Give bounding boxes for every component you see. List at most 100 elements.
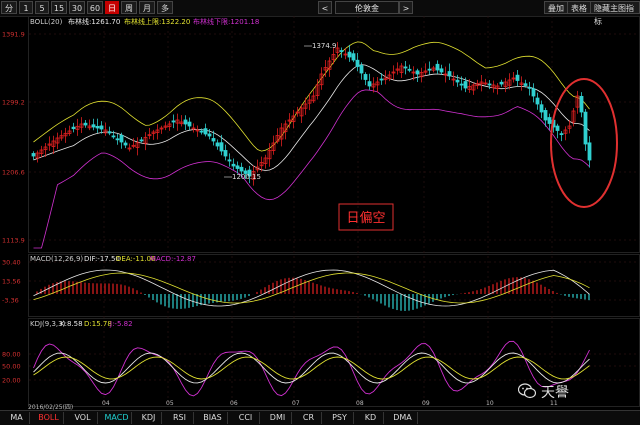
kdj-d-line: [33, 356, 590, 380]
candle-body: [539, 104, 544, 113]
candle-body: [31, 153, 36, 157]
candle-body: [203, 128, 208, 135]
indicator-tab-kd[interactable]: KD: [358, 412, 384, 424]
candle-body: [355, 59, 360, 67]
boll-mid-label: 布林线:1261.70: [68, 17, 120, 26]
note-box-text: 日偏空: [346, 211, 385, 226]
kdjYTicks-tick-1: 50.00: [2, 363, 21, 371]
hide-indicator-button[interactable]: 隐藏主图指标: [590, 1, 640, 26]
boll-mid-line: [33, 64, 590, 171]
prev-symbol-button[interactable]: <: [318, 1, 332, 14]
indicator-tab-bar: MA BOLL VOL MACD KDJ RSI BIAS CCI DMI CR PSY KD DMA: [0, 410, 640, 425]
indicator-tab-psy[interactable]: PSY: [326, 412, 354, 424]
candle-body: [95, 125, 100, 129]
period-button-7[interactable]: 周: [121, 1, 137, 14]
period-button-0[interactable]: 分: [1, 1, 17, 14]
macd-value-label: MACD:-12.87: [150, 255, 196, 263]
table-button[interactable]: 表格: [567, 1, 591, 14]
x-tick-06: 06: [230, 400, 238, 407]
candle-body: [547, 117, 552, 124]
candle-body: [139, 139, 144, 142]
low-annotation: 1200.15: [232, 173, 261, 181]
main-y-axis: 1391.9 1299.2 1206.6 1113.9: [2, 31, 25, 245]
next-symbol-button[interactable]: >: [399, 1, 413, 14]
candle-body: [187, 121, 192, 127]
period-button-2[interactable]: 5: [35, 1, 49, 14]
candle-body: [439, 68, 444, 73]
boll-indicator-label: BOLL(20): [30, 18, 63, 26]
kdjYTicks-tick-2: 20.00: [2, 377, 21, 385]
period-button-8[interactable]: 月: [139, 1, 155, 14]
macd-histogram: [36, 277, 590, 311]
indicator-tab-macd[interactable]: MACD: [102, 412, 132, 424]
period-button-1[interactable]: 1: [19, 1, 33, 14]
x-tick-05: 05: [166, 400, 174, 407]
wechat-icon: [518, 383, 536, 399]
candle-body: [543, 110, 548, 121]
candle-body: [227, 159, 232, 162]
macdYTicks-tick-0: 30.40: [2, 259, 21, 267]
period-button-9[interactable]: 多: [157, 1, 173, 14]
grid-lines: [29, 16, 639, 406]
kdj-k-label: K:8.58: [60, 320, 83, 328]
candle-body: [239, 166, 244, 172]
mainYTicks-tick-3: 1113.9: [2, 237, 25, 245]
symbol-name[interactable]: 伦敦金: [335, 1, 399, 14]
macd-label: MACD(12,26,9): [30, 255, 83, 263]
candle-body: [211, 138, 216, 142]
indicator-tab-boll[interactable]: BOLL: [34, 412, 64, 424]
indicator-tab-cr[interactable]: CR: [296, 412, 322, 424]
candle-body: [379, 78, 384, 81]
candle-body: [427, 68, 432, 71]
candle-body: [455, 79, 460, 83]
candle-body: [107, 131, 112, 134]
period-button-5[interactable]: 60: [87, 1, 103, 14]
indicator-tab-bias[interactable]: BIAS: [198, 412, 228, 424]
indicator-tab-dma[interactable]: DMA: [388, 412, 418, 424]
macd-dif-label: DIF:-17.50: [84, 255, 120, 263]
candle-body: [215, 142, 220, 147]
candle-body: [587, 142, 592, 161]
indicator-tab-ma[interactable]: MA: [4, 412, 30, 424]
kdj-d-label: D:15.78: [84, 320, 112, 328]
candle-body: [207, 133, 212, 137]
candle-body: [435, 63, 440, 71]
top-toolbar: 分 1 5 15 30 60 日周月多 < 伦敦金 > 叠加 表格 隐藏主图指标: [0, 0, 640, 26]
mainYTicks-tick-1: 1299.2: [2, 99, 25, 107]
period-button-4[interactable]: 30: [69, 1, 85, 14]
chart-area[interactable]: BOLL(20) 布林线:1261.70 布林线上限:1322.20 布林线下限…: [0, 16, 640, 410]
candle-body: [415, 70, 420, 75]
kdj-lines: [33, 340, 590, 397]
x-axis-month-ticks: 04 05 06 07 08 09 10 11: [102, 400, 558, 407]
candle-body: [231, 163, 236, 167]
x-tick-08: 08: [356, 400, 364, 407]
candle-body: [111, 135, 116, 138]
candle-body: [99, 125, 104, 130]
candle-body: [515, 74, 520, 81]
macdYTicks-tick-2: -3.36: [2, 297, 19, 305]
candle-body: [579, 95, 584, 113]
high-annotation: 1374.9: [312, 42, 337, 50]
indicator-tab-dmi[interactable]: DMI: [264, 412, 292, 424]
candle-body: [535, 97, 540, 105]
indicator-tab-kdj[interactable]: KDJ: [136, 412, 162, 424]
candle-body: [555, 125, 560, 131]
indicator-tab-cci[interactable]: CCI: [232, 412, 260, 424]
candle-body: [83, 122, 88, 126]
indicator-tab-vol[interactable]: VOL: [68, 412, 98, 424]
candle-body: [407, 68, 412, 71]
candle-body: [219, 142, 224, 152]
period-button-3[interactable]: 15: [51, 1, 67, 14]
candle-body: [459, 83, 464, 86]
candle-body: [71, 126, 76, 130]
period-button-6[interactable]: 日: [105, 1, 119, 14]
indicator-tab-rsi[interactable]: RSI: [166, 412, 194, 424]
candle-body: [115, 138, 120, 141]
candle-body: [403, 66, 408, 69]
candle-body: [363, 74, 368, 80]
overlay-button[interactable]: 叠加: [544, 1, 568, 14]
candle-body: [91, 124, 96, 128]
mainYTicks-tick-2: 1206.6: [2, 169, 25, 177]
x-tick-04: 04: [102, 400, 110, 407]
macd-panel-frame: [28, 254, 640, 317]
